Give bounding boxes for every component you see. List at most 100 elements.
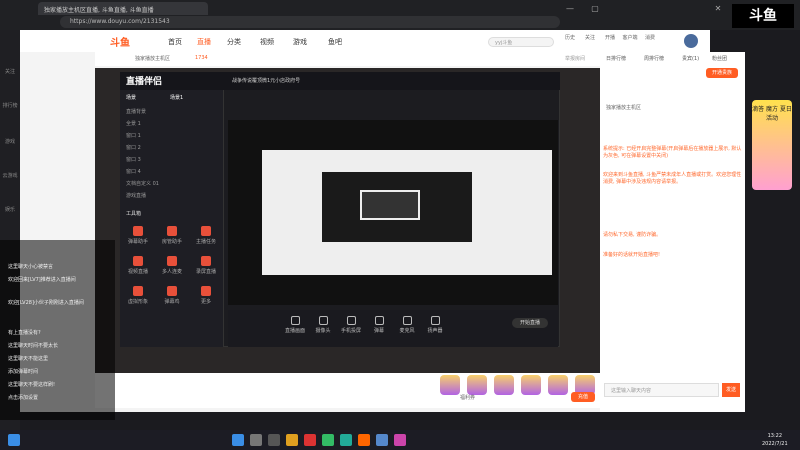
nav-live[interactable]: 直播 — [197, 37, 211, 47]
maximize-icon[interactable]: ▢ — [585, 4, 605, 14]
btool-speaker[interactable]: 扬声器 — [423, 316, 447, 334]
scene-tab[interactable]: 场景 — [126, 94, 136, 101]
chat-line: 欢迎回来[LV7]推荐进入直播间 — [8, 277, 76, 283]
tool-roomadmin[interactable]: 房管助手 — [158, 226, 186, 245]
btool-danmu[interactable]: 弹幕 — [367, 316, 391, 334]
companion-title: 战争传说覆顶微1元小店政府号 — [232, 78, 301, 84]
address-bar[interactable]: https://www.douyu.com/2131543 — [60, 16, 560, 28]
rail-follow[interactable]: 关注 — [2, 68, 18, 75]
tool-more[interactable]: 更多 — [192, 286, 220, 305]
danmu-icon — [374, 316, 384, 325]
tab-vip[interactable]: 贵宾(1) — [682, 55, 699, 62]
rail-entertainment[interactable]: 娱乐 — [2, 206, 18, 213]
app-icon[interactable] — [304, 434, 316, 446]
rail-rank[interactable]: 排行榜 — [2, 102, 18, 109]
nested-preview-3 — [360, 190, 420, 220]
scene-item[interactable]: 窗口 3 — [126, 156, 141, 163]
gift-item[interactable] — [440, 375, 460, 395]
rail-game[interactable]: 游戏 — [2, 138, 18, 145]
tab-fans[interactable]: 粉丝团 — [712, 55, 727, 62]
btool-screen[interactable]: 直播画面 — [283, 316, 307, 334]
multi-mic-icon — [167, 256, 177, 266]
btool-camera[interactable]: 摄像头 — [311, 316, 335, 334]
app-icon[interactable] — [376, 434, 388, 446]
report-link[interactable]: 举报房间 — [565, 55, 585, 62]
nav-video[interactable]: 视频 — [260, 37, 274, 47]
gift-item[interactable] — [467, 375, 487, 395]
companion-titlebar — [120, 72, 560, 90]
minimize-icon[interactable]: — — [560, 4, 580, 14]
scene-item[interactable]: 窗口 1 — [126, 132, 141, 139]
avatar-icon — [133, 286, 143, 296]
tab-weekly-rank[interactable]: 周排行榜 — [644, 55, 664, 62]
history-icon[interactable]: 历史 — [562, 34, 578, 41]
gift-item[interactable] — [494, 375, 514, 395]
rail-cloud-game[interactable]: 云游戏 — [2, 172, 18, 179]
system-message: 请勿私下交易, 谨防诈骗。 — [603, 232, 662, 238]
clock[interactable]: 13:22 2022/7/21 — [762, 432, 788, 448]
search-icon[interactable] — [250, 434, 262, 446]
start-live-button[interactable]: 开始直播 — [512, 318, 548, 328]
tool-avatar[interactable]: 虚拟形象 — [124, 286, 152, 305]
douyu-logo: 斗鱼 — [732, 4, 794, 28]
tab-daily-rank[interactable]: 日排行榜 — [606, 55, 626, 62]
video-icon — [133, 256, 143, 266]
scene-item[interactable]: 文档自定义 01 — [126, 180, 159, 187]
send-button[interactable]: 发送 — [722, 383, 740, 397]
promo-badge[interactable]: 滴答 魔方 夏日活动 — [752, 100, 792, 190]
btool-phone[interactable]: 手机投屏 — [339, 316, 363, 334]
broadcast-icon[interactable]: 开播 — [602, 34, 618, 41]
scene-item[interactable]: 直播背景 — [126, 108, 146, 115]
room-category[interactable]: 独家播放主机区 — [135, 55, 170, 62]
avatar[interactable] — [684, 34, 698, 48]
chat-line: 有上直播没有? — [8, 330, 41, 336]
douyu-app-icon[interactable] — [358, 434, 370, 446]
companion-bottom-bar — [228, 310, 558, 347]
tool-video[interactable]: 视频直播 — [124, 256, 152, 275]
coupon-label[interactable]: 福利券 — [460, 394, 475, 401]
chat-input[interactable]: 这里输入聊天内容 — [604, 383, 719, 397]
follow-icon[interactable]: 关注 — [582, 34, 598, 41]
search-input[interactable]: yyj斗鱼 — [488, 37, 554, 47]
tool-multi[interactable]: 多人连麦 — [158, 256, 186, 275]
nav-home[interactable]: 首页 — [168, 37, 182, 47]
chat-line: 这里聊天不能这里 — [8, 356, 49, 362]
tool-danmu[interactable]: 弹幕助手 — [124, 226, 152, 245]
btool-mic[interactable]: 麦克风 — [395, 316, 419, 334]
tool-record[interactable]: 录屏直播 — [192, 256, 220, 275]
scene-item[interactable]: 游戏直播 — [126, 192, 146, 199]
chat-line: 这里聊天小心被禁言 — [8, 264, 54, 270]
app-icon[interactable] — [394, 434, 406, 446]
scene-item[interactable]: 窗口 2 — [126, 144, 141, 151]
windows-start-icon[interactable] — [232, 434, 244, 446]
chrome-icon[interactable] — [340, 434, 352, 446]
scene-item[interactable]: 全景 1 — [126, 120, 141, 127]
scene-tab[interactable]: 场景1 — [170, 94, 183, 101]
system-message: 系统提示: 已经开启完整弹幕(开启弹幕后在播放器上展示, 默认为灰色, 可在弹幕… — [603, 146, 742, 159]
gift-item[interactable] — [521, 375, 541, 395]
scene-item[interactable]: 窗口 4 — [126, 168, 141, 175]
nav-fishbar[interactable]: 鱼吧 — [328, 37, 342, 47]
tool-task[interactable]: 主播任务 — [192, 226, 220, 245]
speaker-icon — [430, 316, 440, 325]
start-icon[interactable] — [8, 434, 20, 446]
browser-tab[interactable]: 独家播放主机区直播, 斗鱼直播, 斗鱼直播 — [38, 2, 208, 15]
recharge-button[interactable]: 充值 — [571, 392, 595, 402]
nav-category[interactable]: 分类 — [227, 37, 241, 47]
site-logo[interactable]: 斗鱼 — [110, 34, 130, 49]
client-icon[interactable]: 客户端 — [622, 34, 638, 41]
phone-icon — [346, 316, 356, 325]
app-icon[interactable] — [322, 434, 334, 446]
room-info-bar: 独家播放主机区 1734 举报房间 — [95, 52, 600, 66]
close-icon[interactable]: ✕ — [708, 4, 728, 14]
system-message: 欢迎来到斗鱼直播, 斗鱼严禁未成年人直播或打赏。欢迎您理性消费, 弹幕中涉及违规… — [603, 172, 742, 185]
system-message: 准备好的话就开始直播吧! — [603, 252, 661, 258]
more-icon — [201, 286, 211, 296]
folder-icon[interactable] — [286, 434, 298, 446]
vip-button[interactable]: 开通贵族 — [706, 68, 738, 78]
taskview-icon[interactable] — [268, 434, 280, 446]
nav-game[interactable]: 游戏 — [293, 37, 307, 47]
tool-chicken[interactable]: 弹幕鸡 — [158, 286, 186, 305]
gift-item[interactable] — [548, 375, 568, 395]
wallet-icon[interactable]: 消费 — [642, 34, 658, 41]
